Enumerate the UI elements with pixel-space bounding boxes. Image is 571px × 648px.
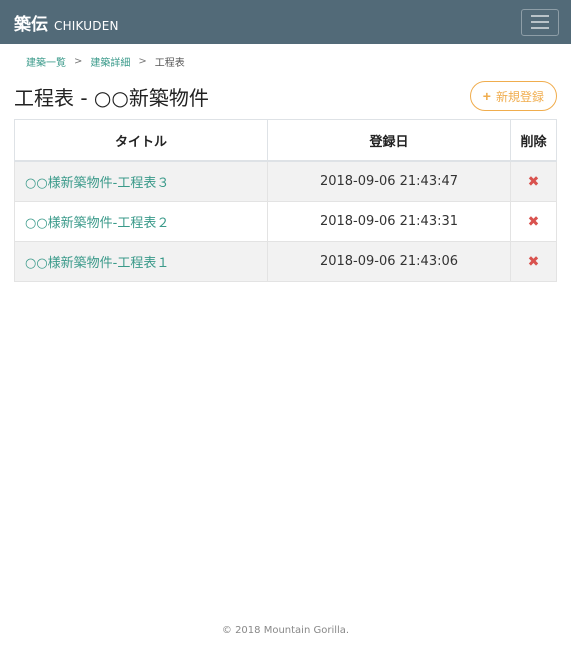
- navbar: 築伝 CHIKUDEN: [0, 0, 571, 44]
- row-title-link[interactable]: ○○様新築物件-工程表２: [25, 216, 169, 231]
- breadcrumb-building-detail[interactable]: 建築詳細: [90, 54, 130, 69]
- delete-icon[interactable]: ✖: [528, 254, 540, 270]
- row-delete-cell: ✖: [510, 160, 557, 202]
- breadcrumb-separator: >: [138, 56, 147, 67]
- row-date: 2018-09-06 21:43:31: [267, 201, 511, 242]
- row-date: 2018-09-06 21:43:06: [267, 241, 511, 282]
- row-date: 2018-09-06 21:43:47: [267, 160, 511, 202]
- table-row: ○○様新築物件-工程表２ 2018-09-06 21:43:31 ✖: [14, 201, 557, 242]
- footer-copyright: © 2018 Mountain Gorilla.: [221, 625, 350, 636]
- brand-name-en: CHIKUDEN: [54, 18, 119, 33]
- brand[interactable]: 築伝 CHIKUDEN: [14, 10, 119, 35]
- header-date: 登録日: [267, 119, 511, 162]
- menu-toggle-button[interactable]: [521, 8, 559, 36]
- plus-icon: +: [482, 88, 491, 104]
- hamburger-icon-bar: [531, 27, 549, 29]
- new-register-button[interactable]: + 新規登録: [469, 81, 557, 111]
- hamburger-icon-bar: [531, 15, 549, 17]
- row-title-cell: ○○様新築物件-工程表２: [14, 201, 268, 242]
- delete-icon[interactable]: ✖: [528, 174, 540, 190]
- title-row: 工程表 - ○○新築物件 + 新規登録: [14, 81, 557, 111]
- row-title-link[interactable]: ○○様新築物件-工程表３: [25, 176, 169, 191]
- row-title-link[interactable]: ○○様新築物件-工程表１: [25, 256, 169, 271]
- schedule-table: タイトル 登録日 削除 ○○様新築物件-工程表３ 2018-09-06 21:4…: [14, 119, 557, 282]
- table-row: ○○様新築物件-工程表３ 2018-09-06 21:43:47 ✖: [14, 160, 557, 202]
- row-delete-cell: ✖: [510, 201, 557, 242]
- delete-icon[interactable]: ✖: [528, 214, 540, 230]
- table-row: ○○様新築物件-工程表１ 2018-09-06 21:43:06 ✖: [14, 241, 557, 282]
- new-register-label: 新規登録: [495, 89, 544, 104]
- header-delete: 削除: [510, 119, 557, 162]
- breadcrumb-separator: >: [74, 56, 83, 67]
- row-title-cell: ○○様新築物件-工程表３: [14, 160, 268, 202]
- breadcrumb: 建築一覧 > 建築詳細 > 工程表: [26, 54, 571, 69]
- brand-name-jp: 築伝: [14, 14, 48, 35]
- table-header-row: タイトル 登録日 削除: [14, 119, 557, 162]
- page-title: 工程表 - ○○新築物件: [14, 85, 209, 110]
- hamburger-icon-bar: [531, 21, 549, 23]
- breadcrumb-current: 工程表: [154, 58, 185, 69]
- breadcrumb-building-list[interactable]: 建築一覧: [26, 54, 66, 69]
- row-title-cell: ○○様新築物件-工程表１: [14, 241, 268, 282]
- row-delete-cell: ✖: [510, 241, 557, 282]
- header-title: タイトル: [14, 119, 268, 162]
